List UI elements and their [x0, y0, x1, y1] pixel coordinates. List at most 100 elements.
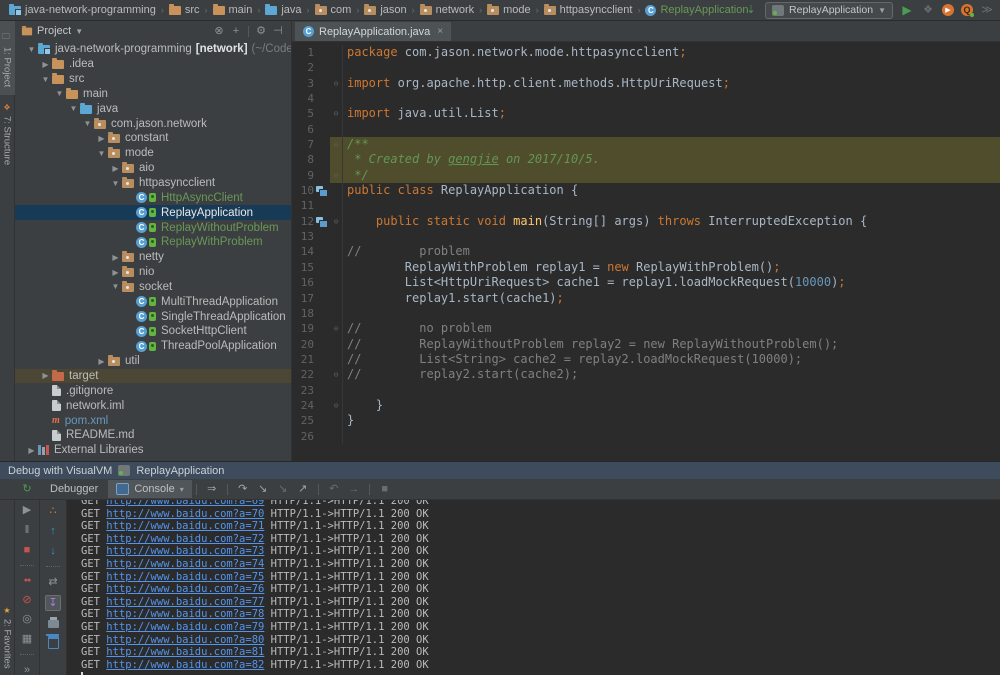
tree-chevron-icon[interactable]: ▼	[109, 179, 122, 188]
console-url-link[interactable]: http://www.baidu.com?a=69	[106, 500, 264, 507]
scroll-to-end-icon[interactable]: ↧	[45, 595, 61, 611]
editor-tab-replayapplication[interactable]: C ReplayApplication.java ×	[295, 22, 451, 41]
console-url-link[interactable]: http://www.baidu.com?a=70	[106, 508, 264, 520]
tab-console[interactable]: Console ▾	[108, 480, 191, 498]
console-url-link[interactable]: http://www.baidu.com?a=73	[106, 545, 264, 557]
fold-marker[interactable]: ⊖	[330, 137, 343, 152]
force-step-into-icon[interactable]: ↘	[276, 482, 290, 496]
tree-item-replaywithproblem[interactable]: CReplayWithProblem	[15, 235, 291, 250]
console-output[interactable]: GET http://www.baidu.com?a=69 HTTP/1.1->…	[67, 500, 1000, 675]
screenshot-icon[interactable]: ◎	[20, 613, 34, 627]
console-url-link[interactable]: http://www.baidu.com?a=78	[106, 608, 264, 620]
step-into-icon[interactable]: ↘	[256, 482, 270, 496]
tree-item-socket[interactable]: ▼socket	[15, 280, 291, 295]
pause-icon[interactable]: ‖	[20, 524, 34, 538]
debug-panel-title[interactable]: Debug with VisualVM	[8, 465, 112, 477]
console-url-link[interactable]: http://www.baidu.com?a=74	[106, 558, 264, 570]
breadcrumb-java[interactable]: java	[262, 4, 304, 16]
tree-item-java-network-programming[interactable]: ▼java-network-programming[network](~/Cod…	[15, 42, 291, 57]
tool-button-structure[interactable]: ❖ 7: Structure	[1, 95, 14, 173]
debug-button[interactable]: ❖	[921, 3, 935, 17]
tree-item-singlethreadapplication[interactable]: CSingleThreadApplication	[15, 309, 291, 324]
mute-breakpoints-icon[interactable]: ⊘	[20, 594, 34, 608]
breadcrumb-httpasyncclient[interactable]: httpasyncclient	[541, 4, 636, 16]
runnable-gutter-icon[interactable]	[316, 186, 327, 195]
breadcrumb-replayapplication[interactable]: CReplayApplication	[642, 4, 751, 16]
tree-item-sockethttpclient[interactable]: CSocketHttpClient	[15, 324, 291, 339]
fold-marker[interactable]: ⊖	[330, 367, 343, 382]
fold-marker[interactable]: ⊖	[330, 321, 343, 336]
view-breakpoints-icon[interactable]: ●●	[20, 574, 34, 588]
hide-panel-icon[interactable]: ⊣	[271, 24, 285, 38]
console-url-link[interactable]: http://www.baidu.com?a=75	[106, 571, 264, 583]
code-editor[interactable]: 1package com.jason.network.mode.httpasyn…	[292, 42, 1000, 461]
tree-item-gitignore[interactable]: .gitignore	[15, 383, 291, 398]
runnable-gutter-icon[interactable]	[316, 217, 327, 226]
tree-item-aio[interactable]: ▶aio	[15, 161, 291, 176]
tree-chevron-icon[interactable]: ▼	[81, 119, 94, 128]
print-icon[interactable]	[48, 620, 59, 628]
up-icon[interactable]: ↑	[46, 524, 60, 538]
fold-marker[interactable]: ⊖	[330, 76, 343, 91]
tree-item-util[interactable]: ▶util	[15, 354, 291, 369]
tree-chevron-icon[interactable]: ▶	[39, 60, 52, 69]
fold-marker[interactable]: ⊖	[330, 214, 343, 229]
collapse-all-icon[interactable]: ⊗	[212, 24, 226, 38]
console-url-link[interactable]: http://www.baidu.com?a=80	[106, 634, 264, 646]
chevron-down-icon[interactable]: ▼	[75, 27, 83, 36]
tree-item-replayapplication[interactable]: CReplayApplication	[15, 205, 291, 220]
tree-item-threadpoolapplication[interactable]: CThreadPoolApplication	[15, 339, 291, 354]
tree-item-main[interactable]: ▼main	[15, 87, 291, 102]
tree-chevron-icon[interactable]: ▼	[39, 75, 52, 84]
tree-item-mode[interactable]: ▼mode	[15, 146, 291, 161]
tree-item-external-libraries[interactable]: ▶External Libraries	[15, 443, 291, 458]
locate-icon[interactable]: +	[229, 24, 243, 38]
project-panel-title[interactable]: Project	[37, 25, 71, 37]
tree-chevron-icon[interactable]: ▶	[95, 357, 108, 366]
tree-item-httpasyncclient[interactable]: ▼httpasyncclient	[15, 176, 291, 191]
breadcrumb-com[interactable]: com	[312, 4, 355, 16]
console-url-link[interactable]: http://www.baidu.com?a=72	[106, 533, 264, 545]
tree-chevron-icon[interactable]: ▶	[25, 446, 38, 455]
evaluate-icon[interactable]: ■	[378, 482, 392, 496]
console-url-link[interactable]: http://www.baidu.com?a=81	[106, 646, 264, 658]
console-url-link[interactable]: http://www.baidu.com?a=76	[106, 583, 264, 595]
resume-icon[interactable]: ▶	[20, 504, 34, 518]
tree-item-constant[interactable]: ▶constant	[15, 131, 291, 146]
layout-icon[interactable]: ▦	[20, 633, 34, 647]
tree-item-com-jason-network[interactable]: ▼com.jason.network	[15, 116, 291, 131]
close-icon[interactable]: ×	[437, 26, 443, 37]
tool-button-favorites[interactable]: ★ 2: Favorites	[1, 598, 14, 675]
tree-item-readme-md[interactable]: README.md	[15, 428, 291, 443]
console-url-link[interactable]: http://www.baidu.com?a=77	[106, 596, 264, 608]
run-to-cursor-icon[interactable]: →	[347, 482, 361, 496]
more-icon[interactable]: »	[20, 663, 34, 675]
run-anything-icon[interactable]: ≫	[980, 3, 994, 17]
breadcrumb-mode[interactable]: mode	[484, 4, 534, 16]
gear-icon[interactable]: ⚙	[254, 24, 268, 38]
tree-chevron-icon[interactable]: ▶	[39, 371, 52, 380]
show-execution-point-icon[interactable]: ⇒	[205, 482, 219, 496]
tree-item-src[interactable]: ▼src	[15, 72, 291, 87]
tab-debugger[interactable]: Debugger	[42, 480, 106, 498]
step-out-icon[interactable]: ↗	[296, 482, 310, 496]
tree-chevron-icon[interactable]: ▶	[109, 268, 122, 277]
console-url-link[interactable]: http://www.baidu.com?a=82	[106, 659, 264, 671]
coverage-run-button[interactable]: ▶	[942, 4, 954, 16]
drop-frame-icon[interactable]: ↶	[327, 482, 341, 496]
tree-item-network-iml[interactable]: network.iml	[15, 398, 291, 413]
breadcrumb-network[interactable]: network	[417, 4, 478, 16]
hotswap-icon[interactable]: ∴	[46, 504, 60, 518]
tree-item-replaywithoutproblem[interactable]: CReplayWithoutProblem	[15, 220, 291, 235]
tree-chevron-icon[interactable]: ▼	[53, 89, 66, 98]
run-button[interactable]: ▶	[900, 3, 914, 17]
breadcrumb-main[interactable]: main	[210, 4, 256, 16]
fold-marker[interactable]: ⊖	[330, 398, 343, 413]
tree-item-java[interactable]: ▼java	[15, 101, 291, 116]
tree-item-pom-xml[interactable]: mpom.xml	[15, 413, 291, 428]
rerun-button[interactable]: ↻	[20, 482, 34, 496]
breadcrumb-jason[interactable]: jason	[361, 4, 409, 16]
soft-wrap-icon[interactable]: ⇄	[46, 575, 60, 589]
console-url-link[interactable]: http://www.baidu.com?a=79	[106, 621, 264, 633]
profiler-button[interactable]: Q	[961, 4, 973, 16]
